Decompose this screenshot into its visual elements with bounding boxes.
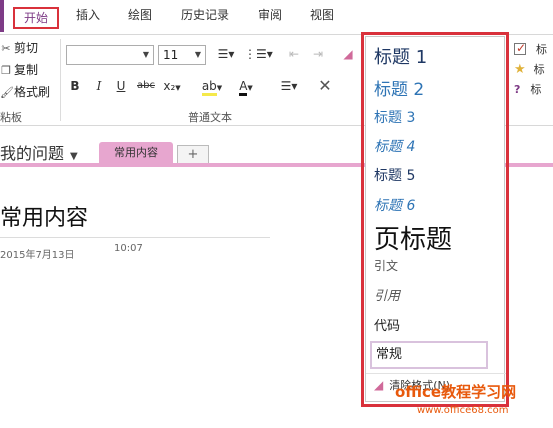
basic-text-group-label: 普通文本 (188, 111, 232, 124)
tab-draw[interactable]: 绘图 (124, 0, 156, 30)
page-date: 2015年7月13日 (0, 250, 75, 261)
font-color-button[interactable]: A▼ (232, 77, 260, 96)
question-icon: ? (514, 83, 521, 96)
subscript-label: x₂ (163, 79, 176, 93)
clipboard-group-label: 粘板 (0, 111, 22, 124)
bold-button[interactable]: B (66, 77, 84, 95)
page-title[interactable]: 常用内容 (0, 200, 88, 232)
indent-icon: ⇥ (312, 47, 324, 61)
copy-icon: ❐ (1, 64, 11, 77)
tag-question[interactable]: ? 标 (514, 81, 541, 99)
numbering-button[interactable]: ⋮☰▾ (244, 45, 273, 63)
format-painter-label: 格式刷 (14, 85, 51, 99)
tag-todo[interactable]: 标 (514, 39, 547, 59)
page-title-underline (0, 237, 270, 238)
copy-button[interactable]: ❐ 复制 (0, 61, 38, 79)
strikethrough-button[interactable]: abc (134, 77, 158, 95)
bullet-list-icon: ☰▾ (217, 47, 235, 61)
tab-review[interactable]: 审阅 (254, 0, 286, 30)
tag-important[interactable]: ★ 标 (514, 61, 545, 79)
section-title-text: 我的问题 (0, 144, 65, 163)
tag-label: 标 (536, 43, 547, 56)
tab-home[interactable]: 开始 (13, 7, 59, 29)
format-painter-button[interactable]: 🖌格式刷 (0, 83, 50, 101)
page-tab-common[interactable]: 常用内容 (99, 142, 173, 164)
tag-label: 标 (533, 63, 545, 76)
underline-button[interactable]: U (112, 77, 130, 95)
tab-history[interactable]: 历史记录 (176, 0, 234, 30)
numbered-list-icon: ⋮☰▾ (244, 47, 273, 61)
paintbrush-icon: 🖌 (0, 86, 14, 99)
styles-highlight-frame (361, 32, 509, 407)
highlighter-icon: ab (201, 79, 217, 96)
tab-insert[interactable]: 插入 (72, 0, 104, 30)
chevron-down-icon: ▼ (175, 84, 181, 92)
tag-label: 标 (530, 83, 542, 96)
clear-formatting-button[interactable]: ◢ (338, 45, 358, 63)
page-time: 10:07 (114, 243, 143, 254)
chevron-down-icon: ▼ (216, 84, 223, 92)
font-size-dropdown[interactable]: 11 ▼ (158, 45, 206, 65)
chevron-down-icon: ▼ (142, 50, 149, 59)
watermark: office教程学习网 www.office68.com (395, 381, 550, 427)
font-size-value: 11 (163, 48, 179, 62)
caret-down-icon: ▼ (70, 151, 78, 162)
chevron-down-icon: ▼ (247, 84, 253, 92)
outdent-icon: ⇤ (288, 47, 300, 61)
section-title[interactable]: 我的问题 ▼ (0, 140, 78, 164)
watermark-title: office教程学习网 (395, 383, 517, 401)
chevron-down-icon: ▼ (194, 50, 201, 59)
bullets-button[interactable]: ☰▾ (214, 45, 238, 63)
tab-view[interactable]: 视图 (306, 0, 338, 30)
delete-button[interactable]: ✕ (314, 77, 336, 95)
eraser-icon: ◢ (343, 47, 353, 61)
ribbon-divider (60, 39, 61, 121)
ribbon-tab-bar: 开始 插入 绘图 历史记录 审阅 视图 (0, 0, 553, 34)
decrease-indent-button[interactable]: ⇤ (284, 45, 304, 63)
copy-label: 复制 (14, 63, 39, 77)
italic-button[interactable]: I (90, 77, 108, 95)
watermark-url: www.office68.com (417, 405, 509, 416)
close-icon: ✕ (318, 76, 332, 95)
font-name-dropdown[interactable]: ▼ (66, 45, 154, 65)
cut-button[interactable]: ✂ 剪切 (0, 39, 38, 57)
align-left-icon: ☰▾ (280, 79, 298, 93)
scissors-icon: ✂ (1, 42, 11, 55)
align-button[interactable]: ☰▾ (274, 77, 304, 95)
cut-label: 剪切 (14, 41, 39, 55)
increase-indent-button[interactable]: ⇥ (308, 45, 328, 63)
checkbox-icon (514, 39, 526, 57)
subscript-button[interactable]: x₂▼ (160, 77, 184, 95)
highlight-color-button[interactable]: ab▼ (198, 77, 226, 96)
add-page-tab-button[interactable]: + (177, 145, 209, 163)
app-accent-strip (0, 0, 4, 32)
star-icon: ★ (514, 62, 526, 77)
